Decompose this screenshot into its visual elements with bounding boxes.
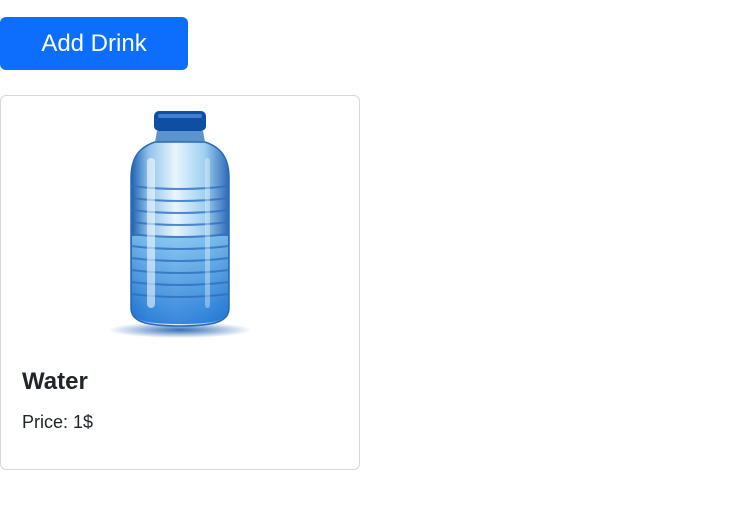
price-value: 1$	[73, 412, 94, 432]
add-drink-button[interactable]: Add Drink	[0, 17, 188, 70]
water-bottle-icon	[108, 111, 252, 338]
drink-card: Water Price: 1$	[0, 95, 360, 470]
page: Add Drink Water Price: 1$	[0, 0, 734, 529]
price-label: Price:	[22, 412, 74, 432]
drink-name: Water	[22, 368, 88, 395]
drink-price: Price: 1$	[22, 410, 93, 434]
